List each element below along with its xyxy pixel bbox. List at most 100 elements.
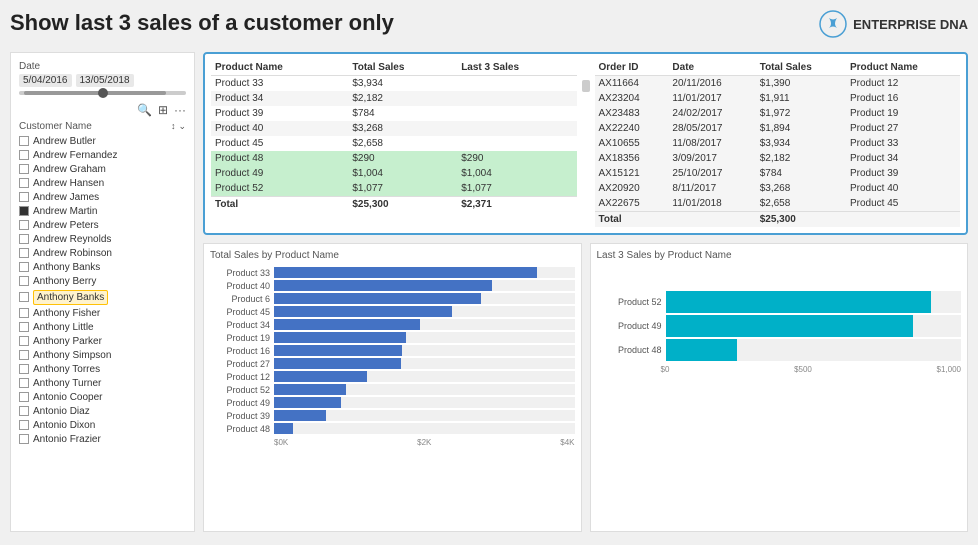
customer-checkbox[interactable] <box>19 248 29 258</box>
customer-item[interactable]: Antonio Dixon <box>19 418 186 432</box>
customer-item[interactable]: Andrew James <box>19 190 186 204</box>
total-sales-cell: $2,182 <box>348 91 457 106</box>
customer-item[interactable]: Anthony Parker <box>19 334 186 348</box>
customer-item[interactable]: Andrew Butler <box>19 134 186 148</box>
product-name-cell: Product 49 <box>211 166 348 181</box>
customer-item[interactable]: Andrew Robinson <box>19 246 186 260</box>
customer-item[interactable]: Andrew Hansen <box>19 176 186 190</box>
more-icon[interactable]: ··· <box>174 103 186 117</box>
customer-item[interactable]: Antonio Diaz <box>19 404 186 418</box>
customer-item[interactable]: Andrew Graham <box>19 162 186 176</box>
date-cell: 24/02/2017 <box>668 106 755 121</box>
customer-name: Andrew Martin <box>33 206 97 217</box>
customer-item[interactable]: Anthony Little <box>19 320 186 334</box>
customer-checkbox[interactable] <box>19 364 29 374</box>
axis-2k: $2K <box>417 438 431 447</box>
customer-name: Andrew Fernandez <box>33 150 118 161</box>
customer-checkbox[interactable] <box>19 322 29 332</box>
customer-sort-icon[interactable]: ↕ <box>171 121 176 132</box>
total-sales-chart: Total Sales by Product Name Product 33 P… <box>203 243 582 532</box>
product-name-cell: Product 39 <box>846 166 960 181</box>
customer-item[interactable]: Andrew Peters <box>19 218 186 232</box>
customer-item[interactable]: Anthony Torres <box>19 362 186 376</box>
total-last3: $2,371 <box>457 197 576 213</box>
customer-checkbox[interactable] <box>19 150 29 160</box>
bar-row: Product 19 <box>210 332 575 343</box>
product-name-cell: Product 16 <box>846 91 960 106</box>
customer-name: Andrew Hansen <box>33 178 104 189</box>
search-icon[interactable]: 🔍 <box>137 103 152 117</box>
bar-label: Product 45 <box>210 307 270 317</box>
customer-checkbox[interactable] <box>19 378 29 388</box>
date-label: Date <box>19 61 186 72</box>
customer-checkbox[interactable] <box>19 420 29 430</box>
product-sales-table: Product Name Total Sales Last 3 Sales Pr… <box>211 60 577 212</box>
customer-name: Andrew Reynolds <box>33 234 111 245</box>
bar-container <box>274 384 575 395</box>
customer-checkbox[interactable] <box>19 220 29 230</box>
customer-name: Andrew Graham <box>33 164 106 175</box>
total-sales-cell: $3,934 <box>756 136 846 151</box>
customer-item[interactable]: Antonio Frazier <box>19 432 186 446</box>
customer-item[interactable]: Anthony Fisher <box>19 306 186 320</box>
bar-fill <box>666 339 738 361</box>
customer-item[interactable]: Anthony Banks <box>19 260 186 274</box>
customer-expand-icon[interactable]: ⌄ <box>178 121 186 132</box>
product-name-cell: Product 48 <box>211 151 348 166</box>
customer-checkbox[interactable] <box>19 234 29 244</box>
customer-item[interactable]: Andrew Fernandez <box>19 148 186 162</box>
customer-name: Anthony Berry <box>33 276 96 287</box>
bar-row: Product 39 <box>210 410 575 421</box>
customer-checkbox[interactable] <box>19 178 29 188</box>
bar-label: Product 12 <box>210 372 270 382</box>
customer-checkbox[interactable] <box>19 392 29 402</box>
bar-label: Product 39 <box>210 411 270 421</box>
customer-checkbox[interactable] <box>19 406 29 416</box>
customer-item[interactable]: Anthony Berry <box>19 274 186 288</box>
col-total-sales-2: Total Sales <box>756 60 846 76</box>
customer-checkbox[interactable] <box>19 136 29 146</box>
customer-checkbox[interactable] <box>19 350 29 360</box>
customer-item[interactable]: Anthony Simpson <box>19 348 186 362</box>
customer-name: Anthony Little <box>33 322 94 333</box>
page-title: Show last 3 sales of a customer only <box>10 10 394 36</box>
customer-checkbox[interactable] <box>19 164 29 174</box>
total-sales-cell: $1,077 <box>348 181 457 197</box>
bar-container <box>274 371 575 382</box>
customer-item[interactable]: Anthony Turner <box>19 376 186 390</box>
bar-label: Product 16 <box>210 346 270 356</box>
bar-label: Product 48 <box>597 345 662 355</box>
total-value: $25,300 <box>348 197 457 213</box>
customer-checkbox[interactable] <box>19 192 29 202</box>
customer-checkbox[interactable] <box>19 308 29 318</box>
customer-checkbox[interactable] <box>19 434 29 444</box>
bar-row: Product 34 <box>210 319 575 330</box>
total-sales-cell: $3,934 <box>348 76 457 92</box>
total-label: Total <box>595 212 756 228</box>
customer-item[interactable]: Antonio Cooper <box>19 390 186 404</box>
customer-checkbox[interactable] <box>19 292 29 302</box>
product-name-cell: Product 34 <box>846 151 960 166</box>
col-date: Date <box>668 60 755 76</box>
table-scrollbar[interactable] <box>581 60 591 227</box>
customer-name: Anthony Parker <box>33 336 102 347</box>
customer-checkbox[interactable] <box>19 276 29 286</box>
filter-icon[interactable]: ⊞ <box>158 103 168 117</box>
bar-fill <box>274 358 401 369</box>
customer-checkbox[interactable] <box>19 262 29 272</box>
customer-item[interactable]: Andrew Reynolds <box>19 232 186 246</box>
table-row: AX23483 24/02/2017 $1,972 Product 19 <box>595 106 961 121</box>
bar-fill <box>274 410 326 421</box>
total-sales-cell: $1,390 <box>756 76 846 92</box>
bar-label: Product 27 <box>210 359 270 369</box>
date-slider[interactable] <box>19 91 186 95</box>
bar-container <box>274 319 575 330</box>
customer-item[interactable]: Anthony Banks <box>19 288 186 306</box>
customer-checkbox[interactable] <box>19 206 29 216</box>
last3-sales-cell: $290 <box>457 151 576 166</box>
slider-thumb[interactable] <box>98 88 108 98</box>
bar-container <box>274 423 575 434</box>
customer-checkbox[interactable] <box>19 336 29 346</box>
customer-item[interactable]: Andrew Martin <box>19 204 186 218</box>
table-row: Product 45 $2,658 <box>211 136 577 151</box>
